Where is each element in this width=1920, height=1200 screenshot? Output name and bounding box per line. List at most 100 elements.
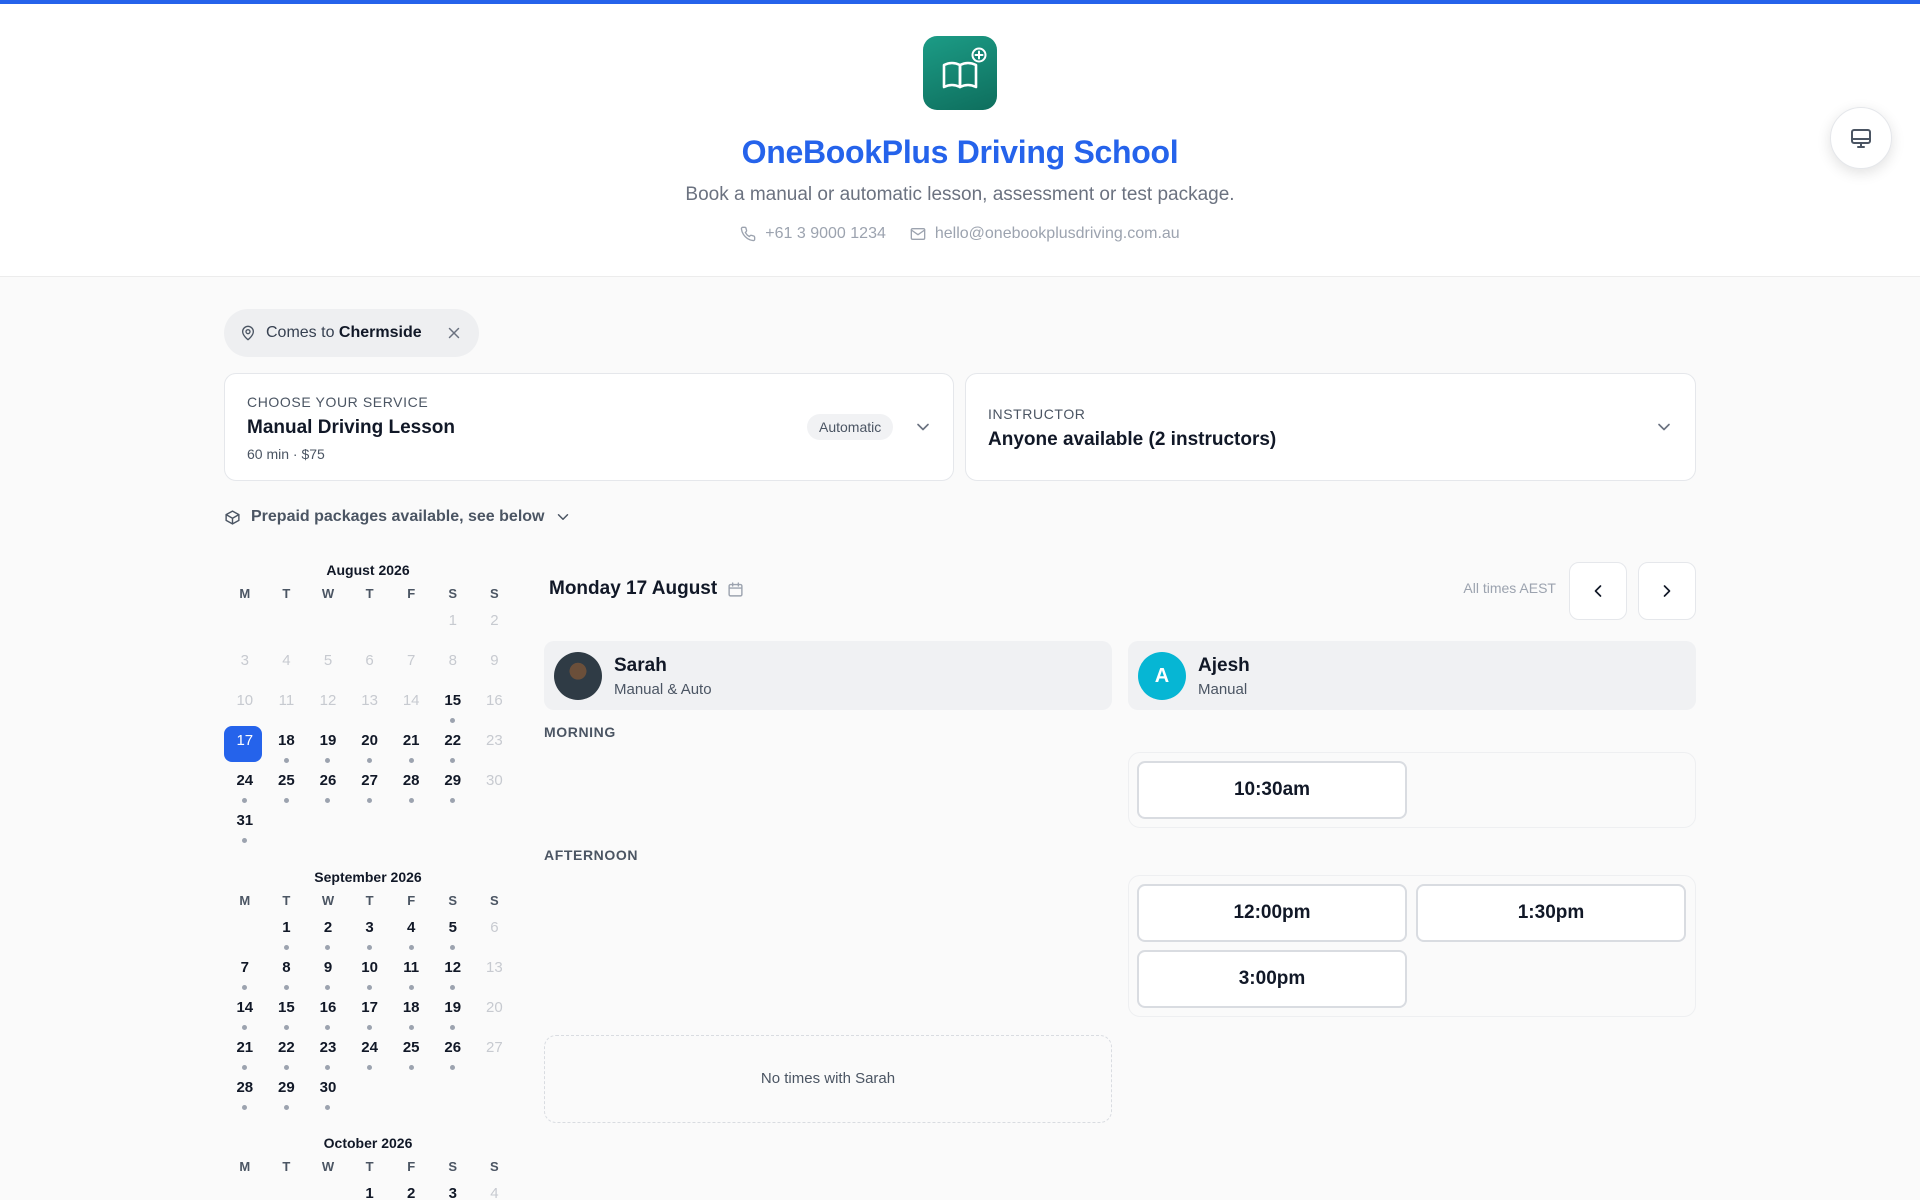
calendar-day-available[interactable]: 16 bbox=[307, 993, 349, 1033]
instructor-role: Manual bbox=[1198, 681, 1248, 698]
service-select[interactable]: CHOOSE YOUR SERVICE Manual Driving Lesso… bbox=[224, 373, 954, 481]
day-number: 14 bbox=[236, 999, 254, 1016]
calendar-day-available[interactable]: 18 bbox=[390, 993, 432, 1033]
instructor-value: Anyone available (2 instructors) bbox=[988, 429, 1277, 450]
calendar-day-available[interactable]: 28 bbox=[390, 766, 432, 806]
calendar-day-available[interactable]: 1 bbox=[349, 1179, 391, 1200]
location-suburb: Chermside bbox=[338, 324, 422, 341]
calendar-day-available[interactable]: 22 bbox=[266, 1033, 308, 1073]
calendar-day-available[interactable]: 21 bbox=[390, 726, 432, 766]
contact-phone[interactable]: +61 3 9000 1234 bbox=[740, 225, 886, 243]
day-number: 10 bbox=[361, 959, 378, 976]
chevron-down-icon bbox=[1658, 423, 1670, 431]
calendar-day-selected[interactable]: 17 bbox=[224, 726, 266, 766]
school-header: OneBookPlus Driving School Book a manual… bbox=[0, 4, 1920, 277]
empty-day-cell bbox=[224, 1179, 266, 1200]
calendar-day-available[interactable]: 25 bbox=[390, 1033, 432, 1073]
calendar-day-unavailable: 20 bbox=[474, 993, 516, 1033]
calendar-day-available[interactable]: 31 bbox=[224, 806, 266, 846]
chevron-down-icon bbox=[917, 423, 929, 431]
calendar-day-available[interactable]: 15 bbox=[432, 686, 474, 726]
weekday-label: M bbox=[239, 1159, 251, 1174]
calendar-day-unavailable: 1 bbox=[432, 606, 474, 646]
display-mode-button[interactable] bbox=[1830, 107, 1892, 169]
calendar-day-unavailable: 30 bbox=[474, 766, 516, 806]
calendar-day-available[interactable]: 28 bbox=[224, 1073, 266, 1113]
calendar-day-available[interactable]: 18 bbox=[266, 726, 308, 766]
calendar-day-available[interactable]: 12 bbox=[432, 953, 474, 993]
calendar-day-available[interactable]: 29 bbox=[432, 766, 474, 806]
empty-day-cell bbox=[266, 606, 308, 646]
weekday-label: T bbox=[282, 1159, 291, 1174]
contact-email[interactable]: hello@onebookplusdriving.com.au bbox=[910, 225, 1180, 243]
calendar-day-available[interactable]: 23 bbox=[307, 1033, 349, 1073]
calendar-day-unavailable: 27 bbox=[474, 1033, 516, 1073]
location-text: Comes to Chermside bbox=[266, 324, 422, 341]
prepaid-packages-toggle[interactable]: Prepaid packages available, see below bbox=[224, 508, 572, 526]
calendar-day-available[interactable]: 27 bbox=[349, 766, 391, 806]
calendar-day-available[interactable]: 14 bbox=[224, 993, 266, 1033]
day-number: 13 bbox=[486, 959, 503, 976]
calendar-day-available[interactable]: 8 bbox=[266, 953, 308, 993]
calendar-day-available[interactable]: 3 bbox=[432, 1179, 474, 1200]
calendar-day-available[interactable]: 30 bbox=[307, 1073, 349, 1113]
day-number: 13 bbox=[361, 692, 378, 709]
calendar-day-available[interactable]: 2 bbox=[307, 913, 349, 953]
close-icon[interactable] bbox=[445, 324, 463, 342]
time-slot-button[interactable]: 12:00pm bbox=[1137, 884, 1407, 942]
calendar-day-available[interactable]: 21 bbox=[224, 1033, 266, 1073]
instructor-name: Ajesh bbox=[1198, 655, 1250, 676]
calendar-icon[interactable] bbox=[727, 581, 744, 598]
calendar-day-available[interactable]: 7 bbox=[224, 953, 266, 993]
month-title: September 2026 bbox=[314, 869, 422, 885]
empty-day-cell bbox=[266, 1179, 308, 1200]
calendar-day-available[interactable]: 1 bbox=[266, 913, 308, 953]
calendar-day-unavailable: 14 bbox=[390, 686, 432, 726]
calendar-day-available[interactable]: 25 bbox=[266, 766, 308, 806]
calendar-day-unavailable: 11 bbox=[266, 686, 308, 726]
calendar-day-available[interactable]: 10 bbox=[349, 953, 391, 993]
calendar-day-available[interactable]: 17 bbox=[349, 993, 391, 1033]
calendar-day-available[interactable]: 11 bbox=[390, 953, 432, 993]
weekday-label: S bbox=[490, 586, 499, 601]
weekday-label: S bbox=[448, 893, 458, 908]
time-slot-button[interactable]: 1:30pm bbox=[1416, 884, 1686, 942]
calendar-day-available[interactable]: 4 bbox=[390, 913, 432, 953]
calendar-day-available[interactable]: 19 bbox=[307, 726, 349, 766]
day-number: 25 bbox=[278, 772, 295, 789]
day-number: 15 bbox=[278, 999, 295, 1016]
calendar-day-available[interactable]: 2 bbox=[390, 1179, 432, 1200]
selected-day-heading: Monday 17 August bbox=[549, 578, 744, 600]
time-slot-button[interactable]: 3:00pm bbox=[1137, 950, 1407, 1008]
calendar-day-available[interactable]: 19 bbox=[432, 993, 474, 1033]
time-slot-button[interactable]: 10:30am bbox=[1137, 761, 1407, 819]
instructor-select[interactable]: INSTRUCTOR Anyone available (2 instructo… bbox=[965, 373, 1696, 481]
calendar-day-available[interactable]: 22 bbox=[432, 726, 474, 766]
day-number: 1 bbox=[365, 1185, 374, 1200]
next-day-button[interactable] bbox=[1638, 562, 1696, 620]
school-tagline: Book a manual or automatic lesson, asses… bbox=[685, 184, 1235, 205]
weekday-label: S bbox=[448, 1159, 458, 1174]
day-number: 25 bbox=[402, 1039, 420, 1056]
chevron-left-icon bbox=[1594, 585, 1602, 597]
calendar-day-available[interactable]: 9 bbox=[307, 953, 349, 993]
calendar-day-available[interactable]: 24 bbox=[224, 766, 266, 806]
location-chip[interactable]: Comes to Chermside bbox=[224, 309, 479, 357]
day-number: 17 bbox=[361, 999, 378, 1016]
calendar-day-available[interactable]: 5 bbox=[432, 913, 474, 953]
calendar-day-available[interactable]: 29 bbox=[266, 1073, 308, 1113]
empty-day-cell bbox=[224, 913, 266, 953]
previous-day-button[interactable] bbox=[1569, 562, 1627, 620]
morning-slots-ajesh: 10:30am bbox=[1128, 752, 1696, 828]
calendar-day-available[interactable]: 24 bbox=[349, 1033, 391, 1073]
calendar-day-available[interactable]: 15 bbox=[266, 993, 308, 1033]
calendar-day-available[interactable]: 26 bbox=[307, 766, 349, 806]
day-number: 20 bbox=[361, 732, 378, 749]
day-number: 18 bbox=[402, 999, 420, 1016]
calendar-day-unavailable: 4 bbox=[266, 646, 308, 686]
weekday-label: S bbox=[490, 893, 499, 908]
calendar-day-available[interactable]: 20 bbox=[349, 726, 391, 766]
no-times-note: No times with Sarah bbox=[544, 1035, 1112, 1123]
calendar-day-available[interactable]: 3 bbox=[349, 913, 391, 953]
calendar-day-available[interactable]: 26 bbox=[432, 1033, 474, 1073]
